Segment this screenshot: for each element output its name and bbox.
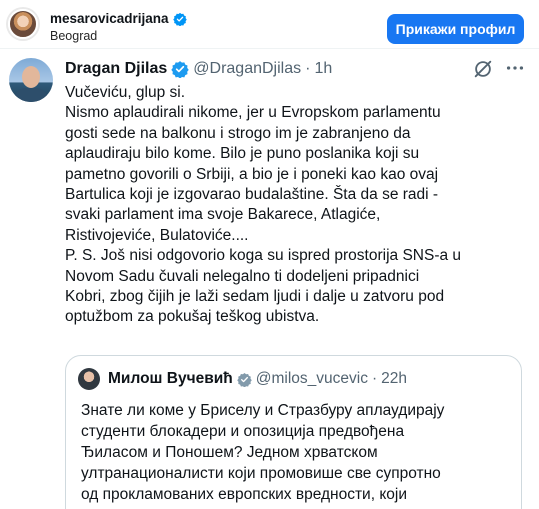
quoted-author-handle[interactable]: @milos_vucevic xyxy=(256,370,368,388)
quoted-author-name[interactable]: Милош Вучевић xyxy=(108,370,233,388)
quoted-tweet-timestamp[interactable]: 22h xyxy=(381,370,407,388)
verified-badge-icon xyxy=(236,372,252,387)
tweet-author-name[interactable]: Dragan Djilas xyxy=(65,60,167,78)
account-avatar[interactable] xyxy=(8,9,38,39)
quoted-author-avatar[interactable] xyxy=(78,368,100,390)
tweet-author-handle[interactable]: @DraganDjilas xyxy=(193,60,301,78)
tweet-header: Dragan Djilas @DraganDjilas · 1h xyxy=(65,58,332,80)
verified-badge-icon xyxy=(172,12,187,26)
tweet-timestamp[interactable]: 1h xyxy=(314,60,332,78)
post-header: mesarovicadrijana Beograd Прикажи профил xyxy=(0,0,539,48)
account-username[interactable]: mesarovicadrijana xyxy=(50,11,169,26)
separator-dot: · xyxy=(371,370,378,387)
tweet-author-avatar[interactable] xyxy=(9,58,53,102)
tweet-text: Vučeviću, glup si. Nismo aplaudirali nik… xyxy=(65,84,462,326)
quoted-tweet[interactable]: Милош Вучевић @milos_vucevic · 22h Знате… xyxy=(65,355,522,509)
more-icon[interactable] xyxy=(503,57,527,79)
quoted-tweet-header: Милош Вучевић @milos_vucevic · 22h xyxy=(108,369,407,389)
quoted-tweet-text: Знате ли коме у Бриселу и Стразбуру апла… xyxy=(81,402,445,503)
post-location[interactable]: Beograd xyxy=(50,29,97,43)
grok-icon[interactable] xyxy=(472,58,494,80)
account-username-row[interactable]: mesarovicadrijana xyxy=(50,11,187,26)
tweet-card: Dragan Djilas @DraganDjilas · 1h Vučević… xyxy=(0,48,539,509)
separator-dot: · xyxy=(305,60,311,77)
view-profile-button[interactable]: Прикажи профил xyxy=(387,14,524,44)
verified-badge-icon xyxy=(171,61,189,78)
